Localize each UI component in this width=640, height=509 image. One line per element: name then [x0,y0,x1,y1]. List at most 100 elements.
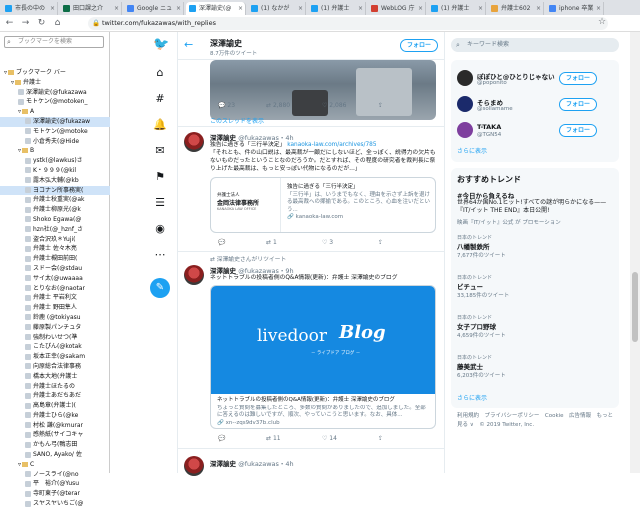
bookmark-item[interactable]: モトケン(@motoken_ [0,97,110,107]
bookmark-item[interactable]: K・９９９(@kil [0,166,110,176]
bookmark-item[interactable]: 感熱紙(サイコキャ [0,430,110,440]
bookmark-item[interactable]: 寺町東子(@terar [0,489,110,499]
close-tab-icon[interactable]: × [50,2,55,15]
browser-tab[interactable]: iphone 卒業 × [546,2,604,15]
bookmark-item[interactable]: 高島章(弁護士)( [0,401,110,411]
back-arrow-icon[interactable]: ← [4,18,15,29]
retweet-action[interactable]: ⇄ 2,880 [266,102,290,109]
share-icon[interactable]: ⇪ [378,102,383,109]
bookmark-item[interactable]: かもん弓(鴨志田 [0,440,110,450]
more-options-icon[interactable]: ⋯ [153,248,167,262]
close-tab-icon[interactable]: × [536,2,541,15]
bookmark-item[interactable]: 村松 謙(@kmurar [0,421,110,431]
browser-tab[interactable]: (1) 弁護士 × [308,2,366,15]
bookmark-folder[interactable]: ▿ C [0,460,110,470]
compose-tweet-button[interactable]: ✎ [150,278,170,298]
bookmark-item[interactable]: 向原総合法律事務 [0,362,110,372]
bookmark-item[interactable]: こたぴん(@kotak [0,342,110,352]
browser-tab[interactable]: 弁護士602 × [488,2,544,15]
back-arrow-icon[interactable]: ← [184,38,193,51]
bookmark-item[interactable]: ヨコナン所事務実( [0,185,110,196]
show-thread-link[interactable]: このスレッドを表示 [210,116,264,125]
bookmark-item[interactable]: モトケン(@motoke [0,127,110,137]
close-tab-icon[interactable]: × [114,2,119,15]
avatar[interactable] [457,70,473,86]
bookmark-item[interactable]: 深澤諭史(@fukazawa [0,88,110,98]
tweet-link[interactable]: kanaoka-law.com/archives/785 [287,142,376,148]
bookmark-item[interactable]: 藤原製パンチュタ [0,323,110,333]
retweet-action[interactable]: ⇄ 11 [266,435,281,442]
lists-icon[interactable]: ☰ [153,196,167,210]
messages-envelope-icon[interactable]: ✉ [153,144,167,158]
bookmark-item[interactable]: 露木弘大輔(@kb [0,176,110,186]
bookmark-item[interactable]: 弁護士 野田隼人 [0,303,110,313]
bookmark-item[interactable]: hzn社(@_hznf_さ [0,225,110,235]
expand-arrow-icon[interactable]: ▿ [18,461,21,468]
follow-button[interactable]: フォロー [559,72,597,85]
hashtag-explore-icon[interactable]: # [153,92,167,106]
twitter-bird-icon[interactable]: 🐦 [153,38,169,52]
bookmark-search-input[interactable]: ⌕ ブックマークを検索 [4,36,104,48]
bookmark-item[interactable]: 鈴鹿 (@tokiyasu [0,313,110,323]
bookmark-item[interactable]: 坂本正幸(@sakam [0,352,110,362]
avatar[interactable] [457,122,473,138]
avatar[interactable] [184,132,204,152]
bookmark-item[interactable]: 橋本大地(弁護士 [0,372,110,382]
retweet-action[interactable]: ⇄ 1 [266,239,277,246]
bookmark-item[interactable]: とりなお(@naotar [0,284,110,294]
bookmark-item[interactable]: 弁護士柳原光(@k [0,205,110,215]
avatar[interactable] [457,96,473,112]
browser-tab[interactable]: 田口課之介 × [60,2,122,15]
bookmark-item[interactable]: 弁護士ひら(@ke [0,411,110,421]
expand-arrow-icon[interactable]: ▿ [11,79,14,86]
footer-links[interactable]: 利用規約 プライバシーポリシー Cookie 広告情報 もっと見る ∨ © 20… [457,412,617,430]
reply-action[interactable]: 💬 [218,239,225,246]
trends-more-link[interactable]: さらに表示 [457,393,487,402]
follow-button[interactable]: フォロー [400,39,438,52]
bookmark-item[interactable]: SANO, Ayako/ 佐 [0,450,110,460]
bookmark-folder[interactable]: ▿ B [0,146,110,156]
reply-action[interactable]: 💬 23 [218,102,235,109]
avatar[interactable] [184,456,204,476]
browser-tab[interactable]: (1) 弁護士 × [428,2,486,15]
bookmark-item[interactable]: Shoko Egawa(@ [0,215,110,225]
bookmark-item[interactable]: 弁護士秋重実(@ak [0,195,110,205]
bookmark-item[interactable]: ノースライ(@no [0,470,110,480]
like-action[interactable]: ♡ 2,086 [322,102,346,109]
reload-icon[interactable]: ↻ [36,18,47,29]
home-nav-icon[interactable]: ⌂ [153,66,167,80]
home-icon[interactable]: ⌂ [52,18,63,29]
suggested-account[interactable]: ぽぽひと@ひとりじゃない @poponito フォロー [457,68,617,92]
bookmark-item[interactable]: 弁護士 佐々木亮 [0,244,110,254]
bookmark-item[interactable]: 深澤諭史(@fukazaw [0,116,110,127]
notifications-bell-icon[interactable]: 🔔 [153,118,167,132]
share-icon[interactable]: ⇪ [378,239,383,246]
bookmark-item[interactable]: 小倉秀夫(@Hide [0,137,110,147]
expand-arrow-icon[interactable]: ▿ [18,147,21,154]
browser-tab[interactable]: 市長の中の × [2,2,58,15]
bookmark-item[interactable]: スドー会(@stdau [0,264,110,274]
expand-arrow-icon[interactable]: ▿ [18,108,21,115]
close-tab-icon[interactable]: × [478,2,483,15]
tweet-author[interactable]: 深澤諭史 @fukazawas・4h [210,458,294,468]
bookmark-star-icon[interactable]: ☆ [598,17,606,27]
bookmark-item[interactable]: 強制わいせつ(準 [0,333,110,343]
bookmark-item[interactable]: 弁護士 平岩利文 [0,293,110,303]
like-action[interactable]: ♡ 14 [322,435,337,442]
suggested-account[interactable]: T-TAKA @TGN54 フォロー [457,120,617,144]
follow-button[interactable]: フォロー [559,124,597,137]
bookmark-item[interactable]: 弁護士槻田前田( [0,254,110,264]
browser-tab[interactable]: (1) なかが × [248,2,306,15]
browser-tab[interactable]: Google ニュ × [124,2,184,15]
url-field[interactable]: 🔒 twitter.com/fukazawas/with_replies [88,17,608,30]
suggest-more-link[interactable]: さらに表示 [457,146,487,155]
close-tab-icon[interactable]: × [418,2,423,15]
like-action[interactable]: ♡ 3 [322,239,333,246]
bookmark-item[interactable]: 平 裕介(@Yusu [0,479,110,489]
link-card[interactable]: 弁護士法人 金岡法律事務所 KANAOKA LAW OFFICE 独告に過ぎる「… [210,177,436,233]
bookmark-folder[interactable]: ▿ 弁護士 [0,78,110,88]
browser-tab[interactable]: 深澤諭史(@ × [186,2,246,15]
forward-arrow-icon[interactable]: → [20,18,31,29]
reply-action[interactable]: 💬 [218,435,225,442]
bookmark-item[interactable]: 弁護士ほたるの [0,382,110,392]
